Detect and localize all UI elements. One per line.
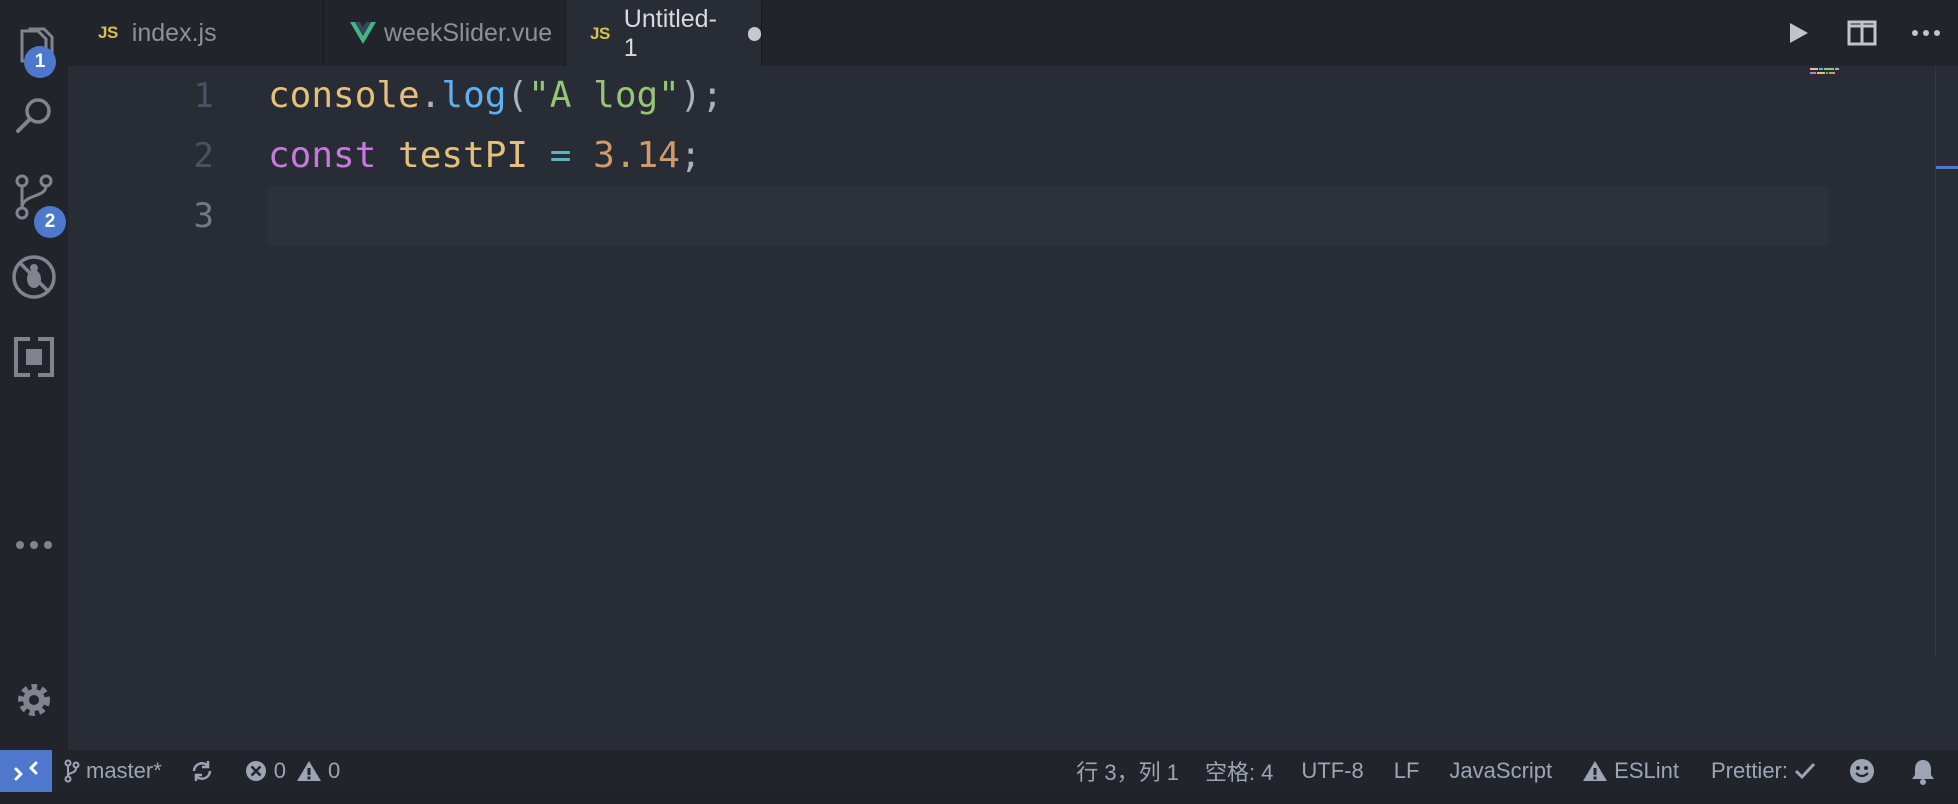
more-actions-button[interactable] <box>1894 0 1958 66</box>
tab-label: weekSlider.vue <box>384 18 553 47</box>
scrollbar[interactable] <box>1935 66 1958 656</box>
magnifier-icon <box>16 98 51 133</box>
extensions-icon[interactable] <box>0 322 68 392</box>
line-number: 3 <box>193 196 214 236</box>
tab-label: index.js <box>131 18 217 47</box>
indentation[interactable]: 空格: 4 <box>1205 755 1273 787</box>
branch-indicator[interactable]: master* <box>64 758 162 784</box>
token: ); <box>679 75 724 116</box>
encoding[interactable]: UTF-8 <box>1301 758 1363 784</box>
warning-count: 0 <box>328 758 341 783</box>
code-line[interactable]: 1 console.log("A log"); <box>68 66 1828 126</box>
blocks-icon <box>14 335 54 379</box>
sync-button[interactable] <box>190 759 220 783</box>
vue-icon <box>350 22 376 44</box>
activity-bar: 1 2 <box>0 0 68 750</box>
window-edge <box>0 792 1958 804</box>
sync-icon <box>192 761 212 781</box>
bell-icon <box>1912 760 1934 785</box>
eslint-status[interactable]: ESLint <box>1582 758 1679 784</box>
gear-icon <box>18 684 50 716</box>
play-icon <box>1790 23 1808 43</box>
status-bar: master* 0 0 行 3，列 1 空格: 4 UTF-8 LF JavaS… <box>0 750 1958 792</box>
minimap[interactable] <box>1810 66 1850 86</box>
feedback-button[interactable] <box>1848 757 1882 785</box>
token: = <box>549 135 572 176</box>
split-editor-icon <box>1847 20 1877 46</box>
settings-icon[interactable] <box>0 665 68 735</box>
line-number: 1 <box>193 76 214 116</box>
search-icon[interactable] <box>0 82 68 152</box>
tab-index-js[interactable]: JS index.js <box>68 0 324 66</box>
line-text[interactable]: console.log("A log"); <box>268 66 723 126</box>
end-of-line[interactable]: LF <box>1394 758 1420 784</box>
line-number: 2 <box>193 136 214 176</box>
check-icon <box>1794 762 1816 780</box>
line-text[interactable]: const testPI = 3.14; <box>268 126 702 186</box>
scm-badge: 2 <box>34 206 66 238</box>
token: log <box>441 75 507 116</box>
token: testPI <box>376 135 529 176</box>
error-count: 0 <box>273 758 287 783</box>
cursor-position[interactable]: 行 3，列 1 <box>1076 755 1179 787</box>
token: "A log" <box>528 75 680 116</box>
unsaved-dot-icon[interactable] <box>747 26 761 41</box>
tab-weekslider-vue[interactable]: weekSlider.vue <box>324 0 566 66</box>
js-icon: JS <box>590 23 610 43</box>
notifications-button[interactable] <box>1910 757 1942 785</box>
no-bug-icon <box>12 255 56 299</box>
tab-label: Untitled-1 <box>623 4 717 62</box>
debug-icon[interactable] <box>0 242 68 312</box>
ellipsis-icon <box>1912 30 1940 36</box>
ellipsis-icon <box>16 541 52 549</box>
js-icon: JS <box>98 23 118 42</box>
token: . <box>419 75 442 116</box>
code-line[interactable]: 2 const testPI = 3.14; <box>68 126 1828 186</box>
tab-bar: JS index.js weekSlider.vue JS Untitled-1 <box>68 0 1958 66</box>
scrollbar-cursor-marker <box>1936 166 1958 169</box>
editor-actions <box>1766 0 1958 66</box>
problems-indicator[interactable]: 0 0 <box>244 758 341 784</box>
git-branch-icon <box>64 759 80 783</box>
run-button[interactable] <box>1766 0 1830 66</box>
smiley-icon <box>1850 759 1874 783</box>
source-control-icon[interactable]: 2 <box>0 162 68 238</box>
code-line[interactable]: 3 <box>68 186 1828 246</box>
split-editor-button[interactable] <box>1830 0 1894 66</box>
language-mode[interactable]: JavaScript <box>1449 758 1552 784</box>
code-editor[interactable]: 1 console.log("A log"); 2 const testPI =… <box>68 66 1958 750</box>
warning-icon <box>297 761 322 781</box>
remote-icon <box>14 761 38 781</box>
branch-name: master* <box>86 758 162 783</box>
token: ; <box>679 135 702 176</box>
token: 3.14 <box>593 135 680 176</box>
warning-icon <box>1583 761 1608 781</box>
token: ( <box>506 75 529 116</box>
explorer-badge: 1 <box>24 46 56 78</box>
error-icon <box>245 761 266 781</box>
token: console <box>268 75 420 116</box>
tab-untitled-1[interactable]: JS Untitled-1 <box>566 0 762 66</box>
prettier-status[interactable]: Prettier: <box>1711 758 1822 784</box>
prettier-label: Prettier: <box>1710 758 1788 783</box>
more-icon[interactable] <box>0 510 68 580</box>
explorer-icon[interactable]: 1 <box>0 12 68 82</box>
remote-button[interactable] <box>0 750 52 792</box>
token: const <box>268 135 377 176</box>
eslint-label: ESLint <box>1614 758 1679 783</box>
